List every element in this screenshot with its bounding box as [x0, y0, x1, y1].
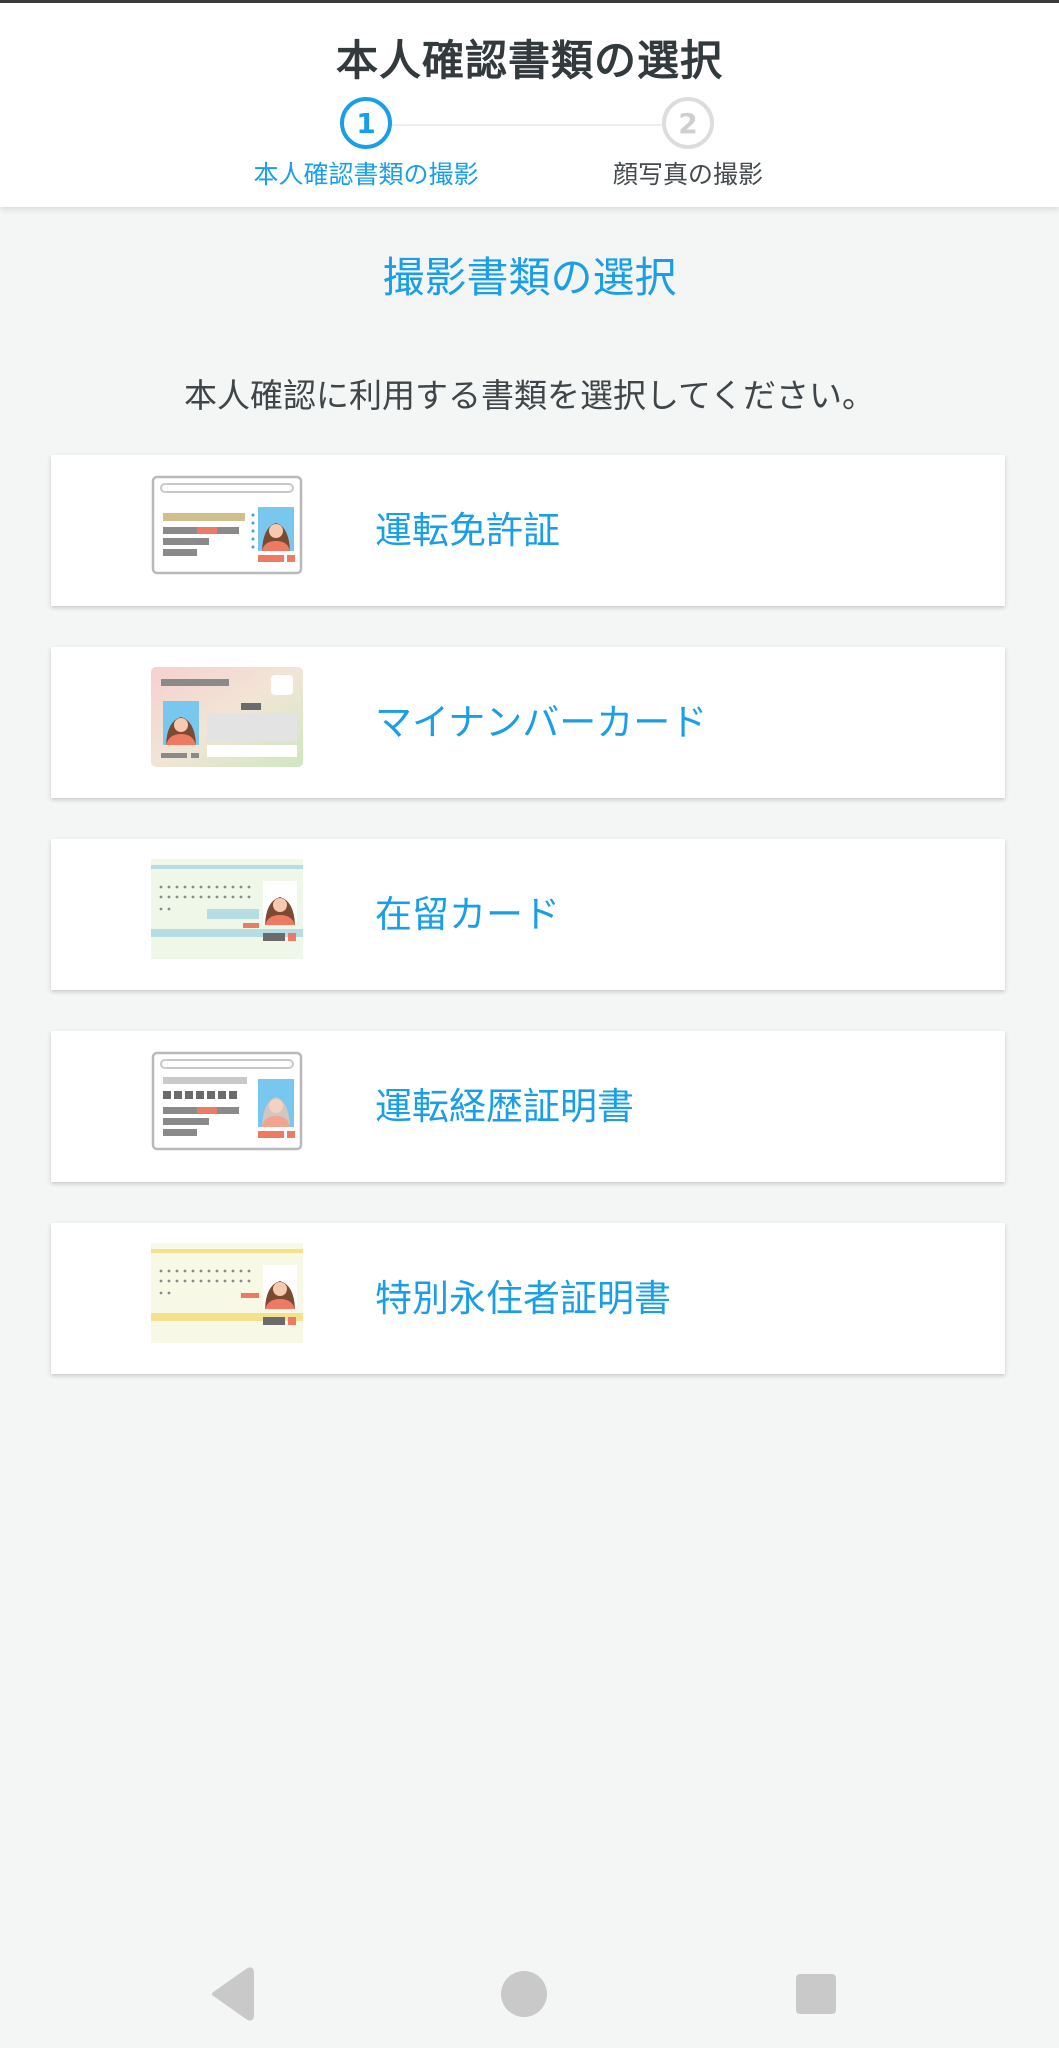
step-2-label: 顔写真の撮影	[612, 160, 763, 189]
document-option-drivers-license[interactable]: 運転免許証	[51, 455, 1005, 606]
page-title: 本人確認書類の選択	[335, 36, 723, 85]
document-option-special-permanent-resident-certificate[interactable]: 特別永住者証明書	[51, 1223, 1005, 1374]
document-label: 特別永住者証明書	[375, 1277, 671, 1320]
step-2-indicator: 2	[662, 97, 714, 149]
driving-history-certificate-icon	[151, 1051, 303, 1151]
system-navigation-bar	[0, 1940, 1059, 2048]
document-label: 運転免許証	[375, 509, 560, 552]
step-1-indicator: 1	[340, 97, 392, 149]
special-permanent-resident-certificate-icon	[151, 1243, 303, 1343]
step-connector	[366, 124, 688, 126]
my-number-card-icon	[151, 667, 303, 767]
document-label: マイナンバーカード	[375, 701, 708, 744]
document-option-my-number-card[interactable]: マイナンバーカード	[51, 647, 1005, 798]
residence-card-icon	[151, 859, 303, 959]
back-icon[interactable]	[200, 1962, 264, 2026]
recents-icon[interactable]	[784, 1962, 848, 2026]
document-option-residence-card[interactable]: 在留カード	[51, 839, 1005, 990]
section-title: 撮影書類の選択	[382, 253, 677, 302]
document-option-driving-history-certificate[interactable]: 運転経歴証明書	[51, 1031, 1005, 1182]
home-icon[interactable]	[492, 1962, 556, 2026]
drivers-license-icon	[151, 475, 303, 575]
document-label: 在留カード	[375, 893, 560, 936]
app-header: 本人確認書類の選択 1 2 本人確認書類の撮影 顔写真の撮影	[0, 0, 1059, 207]
document-label: 運転経歴証明書	[375, 1085, 634, 1128]
instruction-text: 本人確認に利用する書類を選択してください。	[183, 376, 876, 415]
step-1-label: 本人確認書類の撮影	[253, 160, 479, 189]
